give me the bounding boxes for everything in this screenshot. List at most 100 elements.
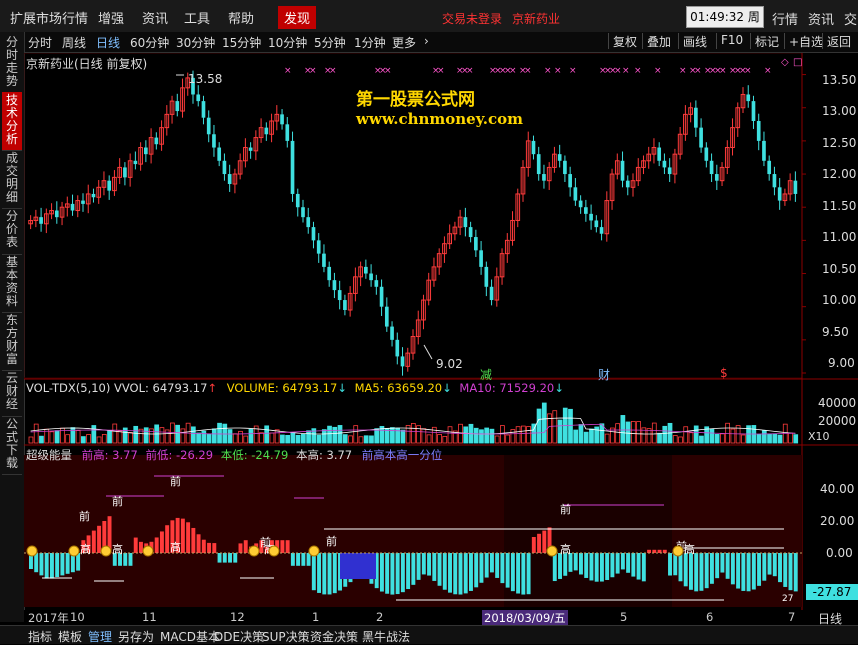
indicator-bar — [139, 541, 143, 553]
indicator-tick: 20.00 — [820, 514, 855, 528]
period-5min[interactable]: 5分钟 — [314, 34, 346, 51]
volume-bar — [337, 425, 343, 444]
indicator-bar — [416, 553, 421, 580]
volume-bar — [725, 422, 730, 444]
indicator-bar — [39, 553, 44, 576]
tab-dde[interactable]: DDE决策 — [214, 628, 264, 645]
indicator-bar — [615, 553, 620, 574]
trade-login-status[interactable]: 交易未登录 — [442, 10, 502, 27]
tab-template[interactable]: 模板 — [58, 628, 82, 645]
price-tick: 10.00 — [822, 293, 857, 307]
signal-marker: × — [614, 66, 622, 76]
volume-bar — [526, 426, 531, 444]
prev-low-value: 前低: -26.29 — [145, 448, 214, 462]
period-30min[interactable]: 30分钟 — [176, 34, 215, 51]
volume-bar — [657, 432, 662, 444]
menu-extended-market[interactable]: 扩展市场行情 — [10, 8, 88, 27]
menu-discover[interactable]: 发现 — [278, 6, 317, 29]
volume-bar — [515, 426, 521, 444]
price-tick: 11.50 — [822, 199, 857, 213]
candle-body — [704, 147, 709, 161]
chart-canvas[interactable]: × ×× ×× ××× ×× ××× ××××× ×× × × × ×××× × × × × ×× ×××× ×××… — [24, 53, 858, 610]
date-tick: 10 — [70, 610, 85, 624]
tab-save-as[interactable]: 另存为 — [118, 628, 154, 645]
period-daily[interactable]: 日线 — [96, 34, 120, 51]
sidebar-tab-trades[interactable]: 成交明细 — [2, 150, 22, 209]
indicator-text-label: 前 — [560, 502, 571, 516]
period-15min[interactable]: 15分钟 — [222, 34, 261, 51]
indicator-bar — [421, 553, 426, 575]
indicator-bar — [385, 553, 390, 594]
period-weekly[interactable]: 周线 — [62, 34, 86, 51]
sidebar-tab-cloud-finance[interactable]: 云财经 — [2, 370, 22, 417]
volume-bar — [316, 434, 322, 444]
period-60min[interactable]: 60分钟 — [130, 34, 169, 51]
candle-body — [657, 147, 662, 161]
news-button[interactable]: 资讯 — [808, 9, 834, 28]
adjust-button[interactable]: 复权 — [608, 33, 641, 49]
period-intraday[interactable]: 分时 — [28, 34, 52, 51]
draw-line-button[interactable]: 画线 — [678, 33, 711, 49]
price-tick: 10.50 — [822, 262, 857, 276]
menu-enhance[interactable]: 增强 — [98, 8, 124, 27]
menu-help[interactable]: 帮助 — [228, 8, 254, 27]
price-tick: 12.50 — [822, 136, 857, 150]
back-button[interactable]: 返回 — [822, 33, 855, 49]
tab-indicator[interactable]: 指标 — [28, 628, 52, 645]
sidebar-tab-formula-download[interactable]: 公式下载 — [2, 416, 22, 475]
period-1min[interactable]: 1分钟 — [354, 34, 386, 51]
sidebar-tab-profile[interactable]: 基本资料 — [2, 254, 22, 313]
f10-button[interactable]: F10 — [716, 33, 747, 49]
sidebar-tab-intraday[interactable]: 分时走势 — [2, 34, 22, 93]
coin-marker-icon — [26, 545, 38, 557]
add-watchlist-button[interactable]: +自选 — [784, 33, 827, 49]
trade-button[interactable]: 交 — [844, 9, 857, 28]
indicator-bar — [201, 539, 206, 553]
volume-bar — [578, 424, 584, 444]
period-10min[interactable]: 10分钟 — [268, 34, 307, 51]
volume-bar — [300, 433, 306, 444]
indicator-bar — [306, 553, 311, 566]
menu-news[interactable]: 资讯 — [142, 8, 168, 27]
candle-body — [594, 220, 599, 228]
quote-button[interactable]: 行情 — [772, 9, 798, 28]
volume-bar — [196, 432, 201, 444]
sidebar-tab-price-table[interactable]: 分价表 — [2, 208, 22, 255]
signal-marker: × — [509, 66, 517, 76]
tab-macd[interactable]: MACD基本 — [160, 628, 220, 645]
tab-black-bull[interactable]: 黑牛战法 — [362, 628, 410, 645]
candle-body — [311, 227, 316, 241]
diamond-icon: ◇ — [781, 57, 789, 68]
tab-fund[interactable]: 资金决策 — [310, 628, 358, 645]
volume-bar — [295, 434, 301, 444]
volume-bar — [730, 428, 736, 444]
volume-bar — [683, 426, 689, 444]
indicator-text-label: 高 — [684, 542, 695, 556]
chevron-right-icon[interactable]: › — [424, 34, 429, 48]
candle-body — [625, 180, 630, 188]
period-more[interactable]: 更多 — [392, 34, 416, 51]
volume-bar — [615, 423, 620, 444]
indicator-bar — [280, 540, 285, 553]
indicator-name[interactable]: 超级能量 — [26, 448, 72, 462]
candle-body — [772, 174, 777, 188]
candle-body — [295, 193, 300, 208]
volume-bar — [709, 428, 715, 444]
volume-bar — [510, 429, 516, 444]
volume-bar — [259, 432, 264, 444]
indicator-bar — [311, 553, 316, 591]
date-tick: 2 — [376, 610, 384, 624]
indicator-bar — [432, 553, 437, 581]
date-axis: 2017年 10 11 12 1 2 2018/03/09/五 5 6 7 — [24, 610, 802, 626]
mark-button[interactable]: 标记 — [750, 33, 783, 49]
overlay-button[interactable]: 叠加 — [642, 33, 675, 49]
sidebar-tab-technical[interactable]: 技术分析 — [2, 92, 22, 151]
candle-body — [489, 286, 494, 301]
candle-body — [290, 140, 295, 194]
tab-manage[interactable]: 管理 — [88, 628, 112, 645]
sidebar-tab-eastmoney[interactable]: 东方财富 — [2, 312, 22, 371]
tab-sup[interactable]: SUP决策 — [262, 628, 310, 645]
volume-bar — [190, 426, 196, 444]
indicator-bar — [34, 553, 39, 573]
menu-tools[interactable]: 工具 — [184, 8, 210, 27]
